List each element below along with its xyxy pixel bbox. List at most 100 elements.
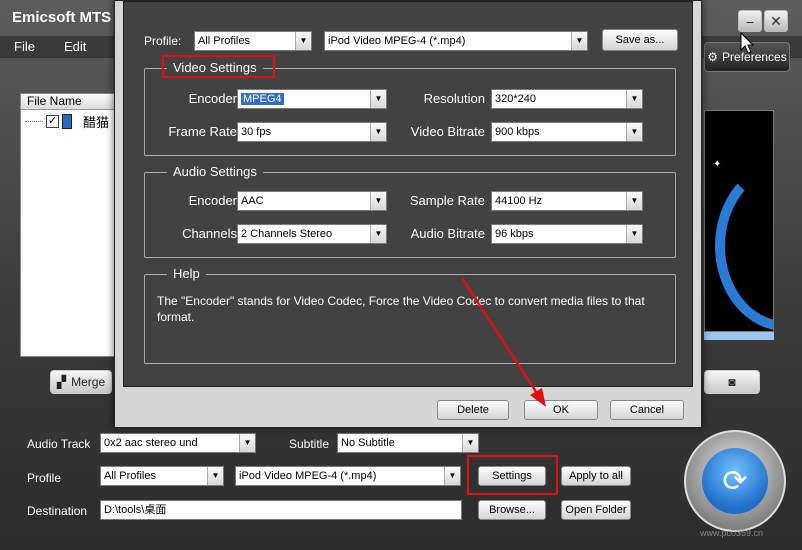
watermark: www.pc0359.cn: [700, 528, 764, 538]
app-title: Emicsoft MTS: [12, 9, 112, 26]
settings-panel: Profile: All Profiles ▼ iPod Video MPEG-…: [123, 1, 693, 387]
resolution-value: 320*240: [495, 93, 536, 105]
sample-rate-select[interactable]: 44100 Hz ▼: [491, 191, 643, 211]
list-item[interactable]: ✓ 醋猫: [25, 113, 110, 130]
convert-icon: ⟳: [702, 448, 768, 514]
menu-edit[interactable]: Edit: [64, 39, 86, 54]
dialog-profile-label: Profile:: [144, 34, 182, 48]
help-group: Help The "Encoder" stands for Video Code…: [144, 266, 676, 364]
profile-select[interactable]: iPod Video MPEG-4 (*.mp4) ▼: [235, 466, 461, 486]
merge-icon: ▞: [56, 375, 67, 389]
audio-encoder-select[interactable]: AAC ▼: [237, 191, 387, 211]
dialog-profile-category-select[interactable]: All Profiles ▼: [194, 31, 312, 51]
profile-label: Profile: [27, 471, 62, 485]
audio-encoder-value: AAC: [241, 195, 264, 207]
file-checkbox[interactable]: ✓: [46, 114, 59, 128]
profile-category-select[interactable]: All Profiles ▼: [100, 466, 224, 486]
preferences-button[interactable]: ⚙ Preferences: [704, 42, 790, 72]
dialog-profile-category-value: All Profiles: [198, 35, 250, 47]
cancel-button[interactable]: Cancel: [610, 400, 684, 420]
close-button[interactable]: ✕: [764, 10, 788, 32]
video-bitrate-value: 900 kbps: [495, 126, 540, 138]
audio-bitrate-value: 96 kbps: [495, 228, 534, 240]
destination-label: Destination: [27, 504, 88, 518]
chevron-down-icon: ▼: [295, 32, 311, 50]
audio-bitrate-label: Audio Bitrate: [410, 226, 485, 241]
merge-button[interactable]: ▞ Merge: [50, 370, 112, 394]
chevron-down-icon: ▼: [626, 225, 642, 243]
audio-settings-group: Audio Settings Encoder AAC ▼ Sample Rate…: [144, 164, 676, 258]
close-icon: ✕: [770, 12, 782, 29]
audio-track-value: 0x2 aac stereo und: [104, 437, 198, 449]
snapshot-button[interactable]: ◙: [704, 370, 760, 394]
save-as-button[interactable]: Save as...: [602, 29, 678, 51]
chevron-down-icon: ▼: [444, 467, 460, 485]
video-settings-title: Video Settings: [167, 60, 263, 76]
convert-glyph: ⟳: [722, 464, 748, 498]
resolution-select[interactable]: 320*240 ▼: [491, 89, 643, 109]
channels-select[interactable]: 2 Channels Stereo ▼: [237, 224, 387, 244]
preferences-label: Preferences: [722, 50, 787, 64]
help-text: The "Encoder" stands for Video Codec, Fo…: [157, 294, 645, 324]
resolution-label: Resolution: [423, 91, 485, 106]
convert-button[interactable]: ⟳: [684, 430, 786, 532]
preview-timeline[interactable]: [704, 332, 774, 340]
chevron-down-icon: ▼: [571, 32, 587, 50]
star-icon: ✦: [713, 159, 722, 170]
chevron-down-icon: ▼: [370, 192, 386, 210]
chevron-down-icon: ▼: [207, 467, 223, 485]
video-encoder-label: Encoder: [188, 91, 237, 106]
delete-button[interactable]: Delete: [437, 400, 509, 420]
dialog-profile-value: iPod Video MPEG-4 (*.mp4): [328, 35, 466, 47]
video-encoder-value: MPEG4: [241, 93, 284, 105]
preview-screen: ✦: [704, 110, 774, 332]
chevron-down-icon: ▼: [370, 225, 386, 243]
subtitle-label: Subtitle: [289, 437, 330, 451]
minimize-button[interactable]: ⎯: [738, 10, 762, 32]
audio-track-select[interactable]: 0x2 aac stereo und ▼: [100, 433, 256, 453]
tree-connector: [25, 120, 43, 122]
checkmark-icon: ✓: [47, 114, 58, 127]
destination-input[interactable]: D:\tools\桌面: [100, 500, 462, 520]
profile-category-value: All Profiles: [104, 470, 156, 482]
dialog-profile-select[interactable]: iPod Video MPEG-4 (*.mp4) ▼: [324, 31, 588, 51]
video-file-icon: [62, 113, 72, 129]
preview-graphic: [715, 161, 773, 331]
file-list-header[interactable]: File Name: [21, 94, 121, 110]
menu-file[interactable]: File: [14, 39, 35, 54]
open-folder-button[interactable]: Open Folder: [561, 500, 631, 520]
subtitle-select[interactable]: No Subtitle ▼: [337, 433, 479, 453]
ok-button[interactable]: OK: [524, 400, 598, 420]
chevron-down-icon: ▼: [239, 434, 255, 452]
file-list[interactable]: File Name ✓ 醋猫: [20, 93, 122, 357]
channels-value: 2 Channels Stereo: [241, 228, 333, 240]
apply-to-all-button[interactable]: Apply to all: [561, 466, 631, 486]
channels-label: Channels: [182, 226, 237, 241]
chevron-down-icon: ▼: [370, 90, 386, 108]
audio-bitrate-select[interactable]: 96 kbps ▼: [491, 224, 643, 244]
chevron-down-icon: ▼: [626, 90, 642, 108]
video-bitrate-select[interactable]: 900 kbps ▼: [491, 122, 643, 142]
video-encoder-select[interactable]: MPEG4 ▼: [237, 89, 387, 109]
frame-rate-value: 30 fps: [241, 126, 271, 138]
minimize-icon: ⎯: [746, 12, 754, 29]
audio-track-label: Audio Track: [27, 437, 91, 451]
file-name: 醋猫: [83, 114, 110, 130]
settings-dialog: Profile: All Profiles ▼ iPod Video MPEG-…: [114, 0, 702, 428]
settings-button[interactable]: Settings: [478, 466, 546, 486]
browse-button[interactable]: Browse...: [478, 500, 546, 520]
frame-rate-label: Frame Rate: [168, 124, 237, 139]
subtitle-value: No Subtitle: [341, 437, 395, 449]
gear-icon: ⚙: [707, 50, 719, 64]
frame-rate-select[interactable]: 30 fps ▼: [237, 122, 387, 142]
chevron-down-icon: ▼: [626, 192, 642, 210]
profile-value: iPod Video MPEG-4 (*.mp4): [239, 470, 377, 482]
help-title: Help: [167, 266, 206, 282]
chevron-down-icon: ▼: [626, 123, 642, 141]
camera-icon: ◙: [728, 375, 736, 389]
audio-encoder-label: Encoder: [188, 193, 237, 208]
chevron-down-icon: ▼: [370, 123, 386, 141]
video-bitrate-label: Video Bitrate: [410, 124, 485, 139]
sample-rate-value: 44100 Hz: [495, 195, 543, 207]
chevron-down-icon: ▼: [462, 434, 478, 452]
